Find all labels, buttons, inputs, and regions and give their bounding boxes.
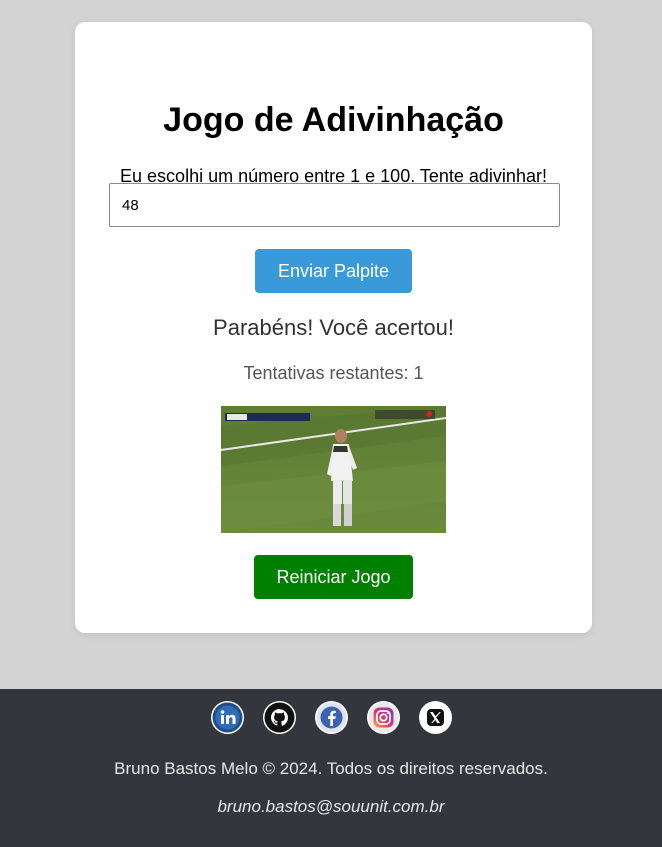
x-icon[interactable] bbox=[418, 701, 452, 734]
linkedin-icon[interactable] bbox=[210, 701, 244, 734]
celebration-gif bbox=[221, 406, 446, 533]
game-card: Jogo de Adivinhação Eu escolhi um número… bbox=[75, 22, 592, 633]
copyright-text: Bruno Bastos Melo © 2024. Todos os direi… bbox=[114, 759, 548, 778]
send-guess-button[interactable]: Enviar Palpite bbox=[255, 249, 412, 293]
result-message: Parabéns! Você acertou! bbox=[213, 315, 454, 340]
social-links bbox=[0, 701, 662, 734]
soccer-player-image bbox=[221, 406, 446, 533]
github-icon[interactable] bbox=[262, 701, 296, 734]
attempts-remaining: Tentativas restantes: 1 bbox=[243, 363, 424, 383]
page-title: Jogo de Adivinhação bbox=[163, 101, 504, 139]
guess-input[interactable] bbox=[109, 183, 560, 227]
reset-game-button[interactable]: Reiniciar Jogo bbox=[254, 555, 413, 599]
contact-email: bruno.bastos@souunit.com.br bbox=[217, 797, 445, 816]
footer: Bruno Bastos Melo © 2024. Todos os direi… bbox=[0, 689, 662, 847]
instagram-icon[interactable] bbox=[366, 701, 400, 734]
facebook-icon[interactable] bbox=[314, 701, 348, 734]
